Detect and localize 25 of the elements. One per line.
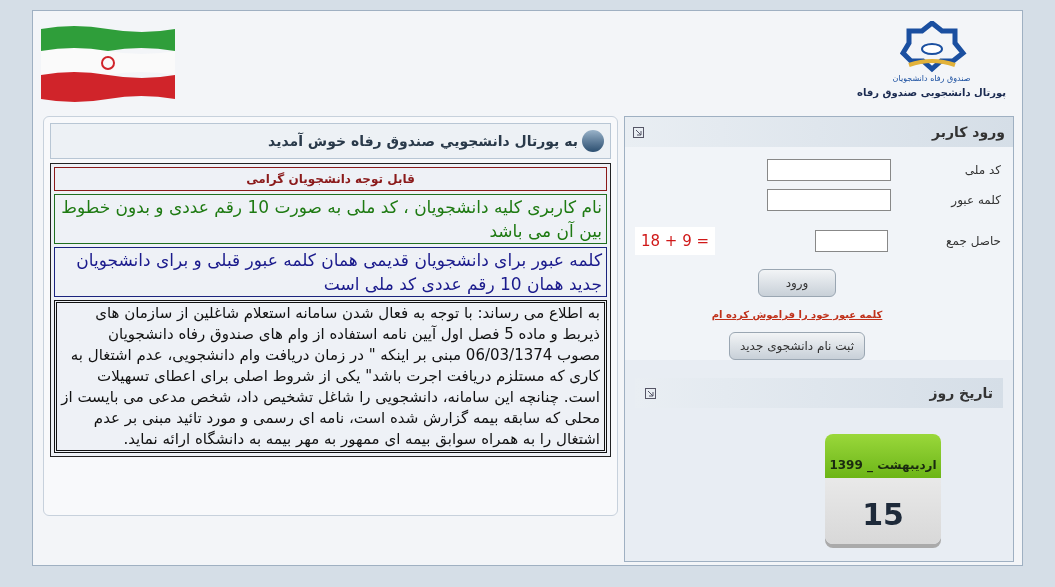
field-label: کد ملی — [963, 162, 1001, 179]
notice-text: نام کاربری کلیه دانشجویان ، کد ملی به صورت 10 رقم عددی و بدون خطوط بین آن می باشد — [54, 194, 607, 244]
field-label: حاصل جمع — [945, 233, 1001, 250]
notice-text: به اطلاع می رساند: با توجه به فعال شدن سامانه استعلام شاغلین از سازمان های ذیربط و ماده 5 فصل اول آیین نامه استفاده از وام های صندوق رفاه دانشجویان مصوب 06/03/1374 مبنی بر اینکه " در زمان دریافت وام دانشجویی، عدم اشتغال به کاری که مستلزم دریافت اجرت باشد" یکی از شروط اصلی برای اعطای تسهیلات است. چنانچه این سامانه، دانشجویی را شاغل تشخیص داد، شخص مدعی می بایست از محلی که سابقه بیمه گزارش شده است، نامه ای رسمی و مورد تائید مبنی بر عدم اشتغال را به همراه سوابق بیمه ای ممهور به مهر بیمه به دانشگاه ارائه نماید. — [54, 300, 607, 453]
minimize-icon[interactable] — [645, 387, 656, 399]
login-button[interactable]: ورود — [758, 269, 836, 297]
forgot-password-link[interactable]: کلمه عبور خود را فراموش کرده ام — [711, 307, 883, 322]
globe-icon — [582, 130, 604, 152]
field-label: کلمه عبور — [949, 192, 1001, 209]
calendar-day: 15 — [825, 492, 941, 537]
logo-caption: صندوق رفاه دانشجویان — [892, 73, 971, 85]
text-field[interactable] — [767, 189, 891, 211]
logo-title: پورتال دانشجویی صندوق رفاه — [857, 86, 1006, 100]
register-button[interactable]: ثبت نام دانشجوی جدید — [729, 332, 865, 360]
notice-text: کلمه عبور برای دانشجویان قدیمی همان کلمه عبور قبلی و برای دانشجویان جدید همان 10 رقم عددی کد ملی است — [54, 247, 607, 297]
text-field[interactable] — [767, 159, 891, 181]
panel-title: ورود کاربر — [932, 122, 1005, 143]
captcha-question: 18 + 9 = — [635, 227, 715, 255]
flag-icon — [41, 23, 175, 105]
calendar-month: اردیبهشت _ 1399 — [829, 457, 937, 474]
minimize-icon[interactable] — [633, 126, 644, 138]
welcome-title: به پورتال دانشجويي صندوق رفاه خوش آمديد — [268, 131, 578, 152]
notice-heading: قابل توجه دانشجویان گرامی — [54, 167, 607, 191]
captcha-field[interactable] — [815, 230, 888, 252]
panel-title: تاریخ روز — [929, 383, 993, 404]
